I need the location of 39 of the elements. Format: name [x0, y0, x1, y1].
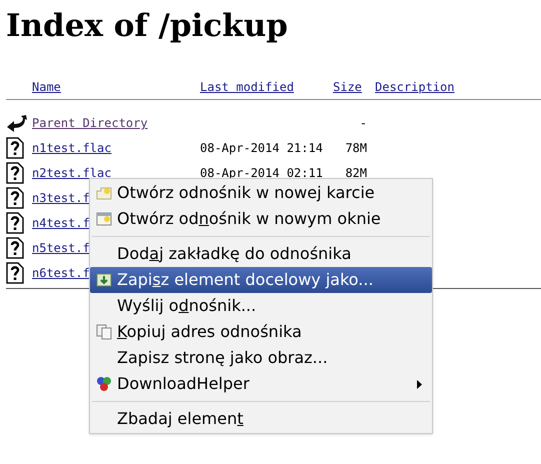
menu-item[interactable]: Otwórz odnośnik w nowej karcie [90, 180, 432, 206]
unknown-file-icon [6, 237, 24, 259]
column-header-link[interactable]: Description [375, 78, 454, 96]
colored-balls-icon [96, 376, 112, 392]
file-size: 78M [345, 141, 367, 155]
file-link[interactable]: n1test.flac [32, 141, 112, 155]
unknown-file-icon [6, 162, 24, 184]
file-link[interactable]: n3test.f [32, 191, 90, 205]
menu-item[interactable]: DownloadHelper [90, 371, 432, 397]
menu-item[interactable]: Dodaj zakładkę do odnośnika [90, 241, 432, 267]
new-window-icon [96, 212, 112, 226]
modified-date: 08-Apr-2014 21:14 [200, 141, 323, 155]
page-title: Index of /pickup [6, 7, 288, 46]
column-header-link[interactable]: Size [333, 78, 375, 96]
file-link[interactable]: Parent Directory [32, 116, 148, 130]
menu-item[interactable]: Zbadaj element [90, 406, 432, 432]
menu-item[interactable]: Zapisz stronę jako obraz... [90, 345, 432, 371]
save-icon [96, 273, 112, 287]
new-tab-icon [96, 186, 112, 200]
column-header-link[interactable]: Last modified [200, 78, 333, 96]
menu-item[interactable]: Wyślij odnośnik... [90, 293, 432, 319]
back-arrow-icon [6, 114, 28, 134]
file-link[interactable]: n2test.flac [32, 166, 112, 180]
unknown-file-icon [6, 137, 24, 159]
unknown-file-icon [6, 262, 24, 284]
file-size: 82M [345, 166, 367, 180]
copy-icon [96, 324, 112, 340]
submenu-arrow-icon [417, 380, 422, 388]
column-header-link[interactable]: Name [32, 78, 200, 96]
modified-date: 08-Apr-2014 02:11 [200, 166, 323, 180]
file-link[interactable]: n5test.f [32, 241, 90, 255]
menu-item[interactable]: Otwórz odnośnik w nowym oknie [90, 206, 432, 232]
unknown-file-icon [6, 187, 24, 209]
menu-item[interactable]: Zapisz element docelowy jako... [90, 267, 432, 293]
unknown-file-icon [6, 212, 24, 234]
menu-item[interactable]: Kopiuj adres odnośnika [90, 319, 432, 345]
file-link[interactable]: n6test.f [32, 266, 90, 280]
file-link[interactable]: n4test.f [32, 216, 90, 230]
file-size: - [360, 116, 367, 130]
